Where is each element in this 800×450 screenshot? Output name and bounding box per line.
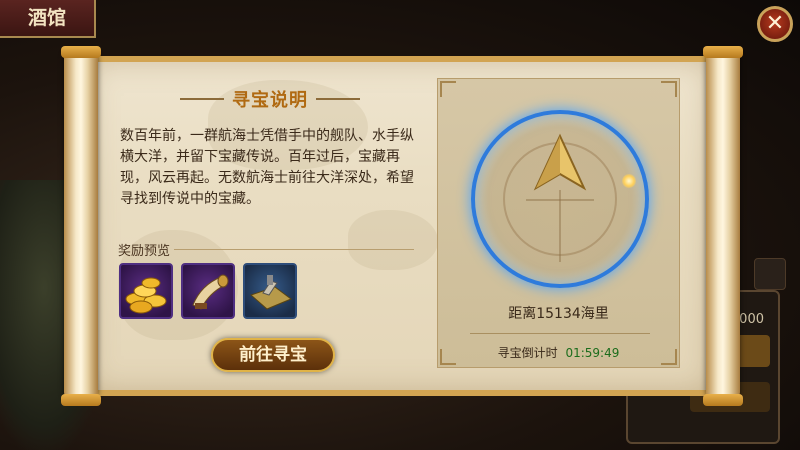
countdown-label: 寻宝倒计时 (497, 346, 558, 360)
corner-ornament (661, 81, 677, 97)
roller-cap (703, 46, 743, 58)
distance-text: 距离15134海里 (508, 306, 609, 322)
countdown-timer: 01:59:49 (565, 346, 620, 360)
reward-item-horn[interactable] (181, 263, 235, 319)
section-title: 寻宝说明 (232, 90, 308, 111)
compass-rose-icon (526, 133, 594, 262)
divider-line (470, 333, 650, 334)
roller-cap (61, 46, 101, 58)
map-continent (348, 210, 438, 270)
roller-cap (703, 394, 743, 406)
scroll-top-edge (88, 56, 711, 62)
scroll-bottom-edge (88, 390, 711, 396)
section-header: 寻宝说明 (180, 86, 360, 112)
background-slot (754, 258, 786, 290)
divider-line (174, 249, 414, 250)
countdown: 寻宝倒计时 01:59:49 (437, 344, 680, 361)
divider-line (316, 98, 360, 100)
treasure-description: 数百年前，一群航海士凭借手中的舰队、水手纵横大洋，并留下宝藏传说。百年过后，宝藏… (120, 128, 414, 207)
war-horn-icon (192, 274, 229, 310)
scroll-roller-left (64, 52, 98, 398)
treasure-map-icon (250, 275, 292, 310)
reward-item-map[interactable] (243, 263, 297, 319)
gold-coins-icon (125, 277, 167, 314)
treasure-location-marker (622, 174, 636, 188)
close-button[interactable]: ✕ (757, 6, 793, 42)
roller-cap (61, 394, 101, 406)
scroll-roller-right (706, 52, 740, 398)
reward-item-gold[interactable] (119, 263, 173, 319)
reward-list (119, 263, 297, 319)
divider-line (180, 98, 224, 100)
reward-preview-label: 奖励预览 (118, 244, 171, 259)
go-treasure-hunt-button[interactable]: 前往寻宝 (211, 338, 335, 372)
corner-ornament (440, 81, 456, 97)
page-title: 酒馆 (0, 0, 96, 38)
